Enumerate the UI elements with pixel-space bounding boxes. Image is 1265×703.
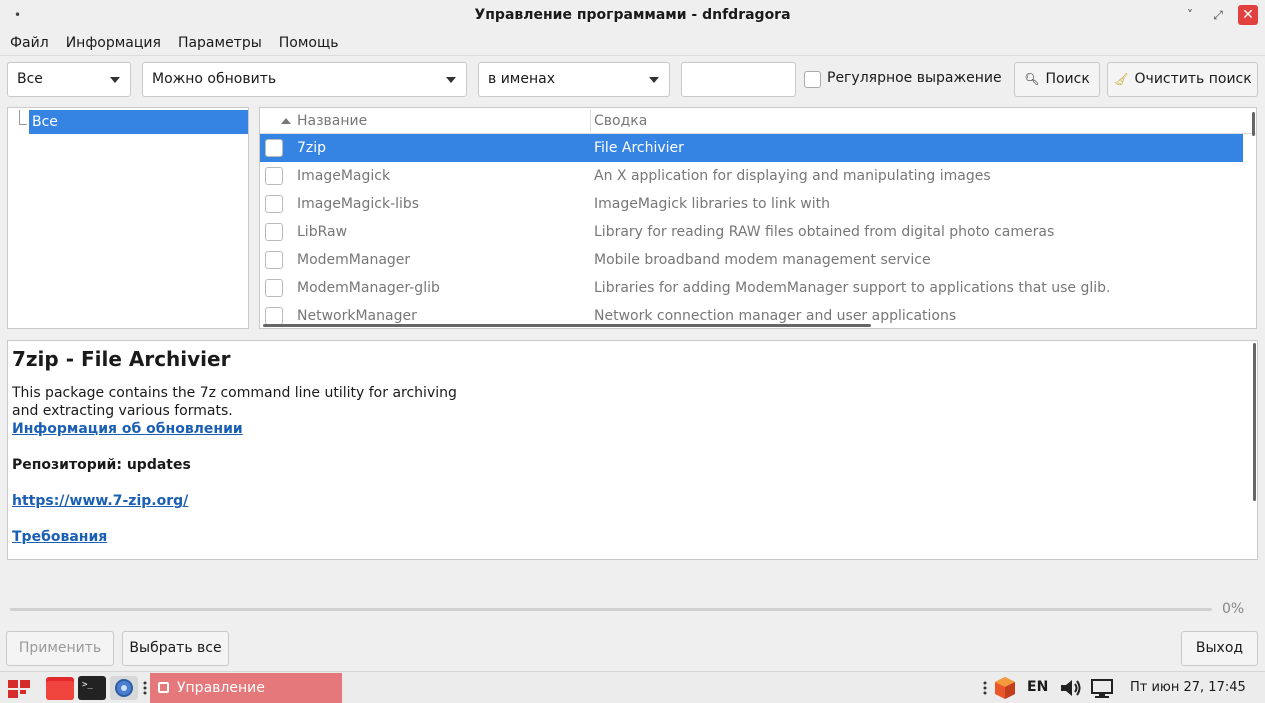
search-button-label: Поиск xyxy=(1045,71,1090,87)
row-checkbox[interactable] xyxy=(265,307,283,325)
progress-label: 0% xyxy=(1222,601,1245,617)
package-name: ModemManager-glib xyxy=(297,280,440,296)
browser-icon[interactable] xyxy=(109,675,139,701)
drag-handle-icon xyxy=(983,681,987,695)
column-divider xyxy=(590,110,591,132)
table-row[interactable]: LibRaw Library for reading RAW files obt… xyxy=(260,218,1243,246)
package-name: ImageMagick xyxy=(297,168,391,184)
vertical-scrollbar[interactable] xyxy=(1253,343,1256,501)
search-button[interactable]: 🔍︎ Поиск xyxy=(1014,62,1100,97)
package-name: 7zip xyxy=(297,140,327,156)
column-header-name[interactable]: Название xyxy=(297,113,367,129)
chevron-down-icon xyxy=(649,77,659,83)
search-scope-value: в именах xyxy=(488,71,555,87)
table-row[interactable]: 7zip File Archivier xyxy=(260,134,1243,162)
folder-icon[interactable] xyxy=(45,675,75,701)
table-header: Название Сводка xyxy=(260,108,1256,134)
exit-button[interactable]: Выход xyxy=(1181,631,1258,666)
column-header-summary[interactable]: Сводка xyxy=(594,113,647,129)
package-name: NetworkManager xyxy=(297,308,417,324)
table-row[interactable]: ImageMagick An X application for display… xyxy=(260,162,1243,190)
search-scope-select[interactable]: в именах xyxy=(478,62,670,97)
package-details: 7zip - File Archivier This package conta… xyxy=(7,340,1258,560)
minimize-icon[interactable]: ˅ xyxy=(1180,5,1200,25)
search-icon: 🔍︎ xyxy=(1024,72,1040,86)
sort-ascending-icon xyxy=(281,118,291,124)
package-summary: Network connection manager and user appl… xyxy=(594,308,957,324)
package-updater-icon[interactable] xyxy=(993,675,1017,701)
select-all-button[interactable]: Выбрать все xyxy=(122,631,229,666)
row-checkbox[interactable] xyxy=(265,139,283,157)
regex-label: Регулярное выражение xyxy=(827,70,1002,86)
row-checkbox[interactable] xyxy=(265,251,283,269)
taskbar: >_ Управление программ... EN Пт июн 27, … xyxy=(0,671,1265,703)
close-icon[interactable]: ✕ xyxy=(1238,5,1258,25)
menu-file[interactable]: Файл xyxy=(10,35,49,51)
vertical-scrollbar[interactable] xyxy=(1252,112,1255,136)
row-checkbox[interactable] xyxy=(265,279,283,297)
table-row[interactable]: ModemManager Mobile broadband modem mana… xyxy=(260,246,1243,274)
menu-bar: Файл Информация Параметры Помощь xyxy=(0,30,1265,56)
package-table: Название Сводка 7zip File Archivier Imag… xyxy=(259,107,1257,329)
status-filter-select[interactable]: Можно обновить xyxy=(142,62,467,97)
chevron-down-icon xyxy=(446,77,456,83)
row-checkbox[interactable] xyxy=(265,195,283,213)
taskbar-window-label: Управление программ... xyxy=(177,680,265,696)
group-tree: Все xyxy=(7,107,249,329)
package-name: ImageMagick-libs xyxy=(297,196,420,212)
horizontal-scrollbar[interactable] xyxy=(263,324,871,327)
start-menu-icon[interactable] xyxy=(6,675,32,701)
details-description: This package contains the 7z command lin… xyxy=(12,385,457,419)
regex-checkbox[interactable] xyxy=(804,71,821,88)
homepage-link[interactable]: https://www.7-zip.org/ xyxy=(12,492,1253,510)
menu-info[interactable]: Информация xyxy=(66,35,161,51)
package-summary: Library for reading RAW files obtained f… xyxy=(594,224,1055,240)
package-summary: An X application for displaying and mani… xyxy=(594,168,991,184)
broom-icon: 🧹︎ xyxy=(1113,72,1129,86)
package-summary: ImageMagick libraries to link with xyxy=(594,196,830,212)
package-summary: Mobile broadband modem management servic… xyxy=(594,252,931,268)
apply-button[interactable]: Применить xyxy=(6,631,114,666)
tree-line xyxy=(19,110,20,124)
clear-search-button[interactable]: 🧹︎ Очистить поиск xyxy=(1107,62,1258,97)
search-input[interactable] xyxy=(681,62,796,97)
package-icon xyxy=(158,682,169,693)
menu-help[interactable]: Помощь xyxy=(279,35,339,51)
requirements-link[interactable]: Требования xyxy=(12,528,1253,546)
network-icon[interactable] xyxy=(1089,675,1115,701)
table-row[interactable]: ModemManager-glib Libraries for adding M… xyxy=(260,274,1243,302)
maximize-icon[interactable]: ⤢ xyxy=(1208,5,1228,25)
package-summary: File Archivier xyxy=(594,140,684,156)
repository-label: Репозиторий: updates xyxy=(12,457,191,473)
window-menu-icon[interactable]: • xyxy=(14,8,21,22)
tree-line xyxy=(19,124,27,125)
drag-handle-icon xyxy=(143,681,147,695)
status-filter-value: Можно обновить xyxy=(152,71,277,87)
table-row[interactable]: ImageMagick-libs ImageMagick libraries t… xyxy=(260,190,1243,218)
package-summary: Libraries for adding ModemManager suppor… xyxy=(594,280,1111,296)
details-heading: 7zip - File Archivier xyxy=(12,347,231,371)
taskbar-window-button[interactable]: Управление программ... xyxy=(150,673,342,703)
svg-text:>_: >_ xyxy=(82,680,93,690)
row-checkbox[interactable] xyxy=(265,167,283,185)
window-title: Управление программами - dnfdragora xyxy=(474,7,791,23)
group-filter-value: Все xyxy=(17,71,43,87)
update-info-link[interactable]: Информация об обновлении xyxy=(12,420,1253,438)
tree-item-all[interactable]: Все xyxy=(29,110,248,134)
menu-params[interactable]: Параметры xyxy=(178,35,262,51)
package-name: LibRaw xyxy=(297,224,348,240)
volume-icon[interactable] xyxy=(1058,675,1082,701)
group-filter-select[interactable]: Все xyxy=(7,62,131,97)
title-bar: • Управление программами - dnfdragora ˅ … xyxy=(0,0,1265,30)
progress-bar xyxy=(10,608,1212,611)
terminal-icon[interactable]: >_ xyxy=(77,675,107,701)
chevron-down-icon xyxy=(110,77,120,83)
keyboard-layout-indicator[interactable]: EN xyxy=(1027,679,1048,695)
row-checkbox[interactable] xyxy=(265,223,283,241)
clock[interactable]: Пт июн 27, 17:45 xyxy=(1130,680,1246,695)
package-name: ModemManager xyxy=(297,252,411,268)
clear-search-label: Очистить поиск xyxy=(1134,71,1252,87)
